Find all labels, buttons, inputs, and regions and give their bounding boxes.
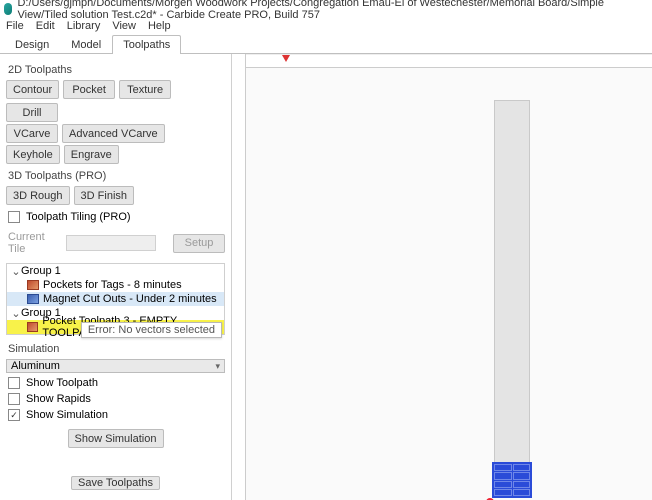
workspace: 2D Toolpaths Contour Pocket Texture Dril… — [0, 54, 652, 500]
left-panel: 2D Toolpaths Contour Pocket Texture Dril… — [0, 54, 232, 500]
selected-vectors[interactable] — [492, 462, 532, 498]
tab-design[interactable]: Design — [4, 35, 60, 54]
vcarve-button[interactable]: VCarve — [6, 124, 58, 143]
vertical-ruler — [232, 54, 246, 500]
show-toolpath-checkbox[interactable] — [8, 377, 20, 389]
engrave-button[interactable]: Engrave — [64, 145, 119, 164]
pocket-button[interactable]: Pocket — [63, 80, 115, 99]
toolpath-tree[interactable]: ⌄ Group 1 Pockets for Tags - 8 minutes M… — [6, 263, 225, 335]
current-tile-row: Current Tile Setup — [8, 231, 225, 255]
menu-file[interactable]: File — [6, 20, 24, 32]
chevron-down-icon: ▾ — [215, 361, 220, 372]
simulation-title: Simulation — [8, 343, 225, 355]
show-toolpath-row: Show Toolpath — [8, 377, 225, 389]
menu-edit[interactable]: Edit — [36, 20, 55, 32]
chevron-down-icon[interactable]: ⌄ — [11, 265, 21, 278]
tab-model[interactable]: Model — [60, 35, 112, 54]
tiling-label: Toolpath Tiling (PRO) — [26, 211, 131, 223]
tiling-row: Toolpath Tiling (PRO) — [8, 211, 225, 223]
app-logo-icon — [4, 3, 12, 15]
checkbox-label: Show Simulation — [26, 409, 108, 421]
show-simulation-button[interactable]: Show Simulation — [68, 429, 164, 448]
advanced-vcarve-button[interactable]: Advanced VCarve — [62, 124, 165, 143]
tree-group-label: Group 1 — [21, 265, 61, 277]
show-rapids-checkbox[interactable] — [8, 393, 20, 405]
chevron-down-icon[interactable]: ⌄ — [11, 307, 21, 320]
drill-button[interactable]: Drill — [6, 103, 58, 122]
menu-view[interactable]: View — [112, 20, 136, 32]
title-bar: D:/Users/gjmph/Documents/Morgen Woodwork… — [0, 0, 652, 18]
menu-help[interactable]: Help — [148, 20, 171, 32]
current-tile-label: Current Tile — [8, 231, 60, 255]
material-value: Aluminum — [11, 360, 60, 372]
tree-item-selected[interactable]: Magnet Cut Outs - Under 2 minutes — [7, 292, 224, 306]
3d-rough-button[interactable]: 3D Rough — [6, 186, 70, 205]
show-simulation-row: Show Simulation — [8, 409, 225, 421]
keyhole-button[interactable]: Keyhole — [6, 145, 60, 164]
window-title: D:/Users/gjmph/Documents/Morgen Woodwork… — [17, 0, 648, 21]
save-toolpaths-button[interactable]: Save Toolpaths — [71, 476, 160, 490]
menu-library[interactable]: Library — [67, 20, 101, 32]
tree-item[interactable]: Pockets for Tags - 8 minutes — [7, 278, 224, 292]
stock-rectangle[interactable] — [494, 100, 530, 494]
tab-bar: Design Model Toolpaths — [0, 34, 652, 54]
tab-toolpaths[interactable]: Toolpaths — [112, 35, 181, 54]
tree-item-label: Pockets for Tags - 8 minutes — [43, 279, 182, 291]
show-simulation-checkbox[interactable] — [8, 409, 20, 421]
current-tile-field — [66, 235, 156, 251]
tooltip-text: Error: No vectors selected — [88, 324, 215, 336]
tree-group[interactable]: ⌄ Group 1 — [7, 264, 224, 278]
canvas-area[interactable] — [232, 54, 652, 500]
ruler-marker-icon — [282, 55, 290, 62]
toolpath-icon — [27, 322, 38, 332]
material-select[interactable]: Aluminum ▾ — [6, 359, 225, 373]
texture-button[interactable]: Texture — [119, 80, 171, 99]
checkbox-label: Show Rapids — [26, 393, 91, 405]
toolpath-icon — [27, 294, 39, 304]
show-rapids-row: Show Rapids — [8, 393, 225, 405]
toolpath-2d-buttons: Contour Pocket Texture Drill — [6, 80, 225, 122]
section-2d-title: 2D Toolpaths — [8, 64, 225, 76]
3d-finish-button[interactable]: 3D Finish — [74, 186, 134, 205]
tiling-checkbox[interactable] — [8, 211, 20, 223]
toolpath-icon — [27, 280, 39, 290]
horizontal-ruler — [246, 54, 652, 68]
checkbox-label: Show Toolpath — [26, 377, 98, 389]
tree-item-label: Magnet Cut Outs - Under 2 minutes — [43, 293, 217, 305]
contour-button[interactable]: Contour — [6, 80, 59, 99]
error-tooltip: Error: No vectors selected — [81, 322, 222, 338]
section-3d-title: 3D Toolpaths (PRO) — [8, 170, 225, 182]
design-stage[interactable] — [246, 68, 652, 500]
tiling-setup-button[interactable]: Setup — [173, 234, 225, 253]
